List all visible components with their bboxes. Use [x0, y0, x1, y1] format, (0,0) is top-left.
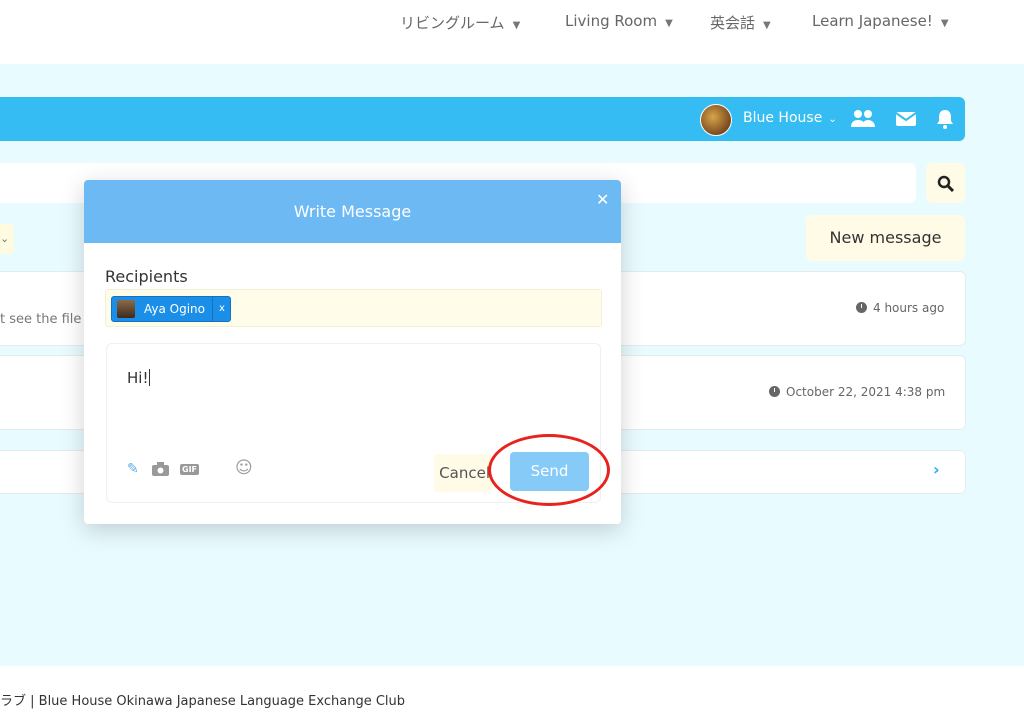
nav-item-living-room-jp[interactable]: リビングルーム ▼	[400, 12, 520, 33]
text-cursor	[149, 369, 151, 386]
gif-icon[interactable]: GIF	[180, 464, 200, 475]
user-menu[interactable]: Blue House ⌄	[743, 110, 837, 126]
close-icon[interactable]: ✕	[596, 190, 609, 209]
emoji-icon[interactable]: ☺	[235, 458, 253, 478]
remove-recipient-button[interactable]: x	[212, 297, 231, 321]
chevron-down-icon: ▼	[512, 20, 521, 31]
message-time-text: October 22, 2021 4:38 pm	[786, 385, 946, 399]
friends-icon[interactable]	[850, 108, 876, 134]
message-snippet: t see the file	[0, 312, 82, 327]
mail-icon[interactable]	[895, 108, 917, 134]
nav-item-label: Learn Japanese!	[812, 12, 933, 30]
message-time: October 22, 2021 4:38 pm	[769, 385, 945, 399]
bell-icon[interactable]	[935, 108, 955, 134]
username: Blue House	[743, 110, 823, 126]
chevron-down-icon: ▼	[940, 18, 949, 29]
recipient-avatar	[117, 300, 135, 318]
message-body[interactable]: Hi!	[127, 369, 151, 387]
avatar[interactable]	[700, 104, 732, 136]
nav-item-label: 英会話	[710, 14, 756, 32]
recipients-label: Recipients	[105, 267, 188, 286]
filter-dropdown[interactable]: ⌄	[0, 224, 14, 254]
chevron-down-icon: ⌄	[0, 232, 10, 245]
pencil-icon[interactable]: ✎	[127, 461, 139, 477]
highlight-ring	[488, 434, 610, 506]
chevron-down-icon: ▼	[665, 18, 673, 29]
message-time: 4 hours ago	[856, 301, 944, 315]
clock-icon	[769, 386, 780, 397]
recipient-chip[interactable]: Aya Ogino x	[111, 296, 231, 322]
nav-item-english[interactable]: 英会話 ▼	[710, 12, 771, 33]
chevron-down-icon: ▼	[763, 20, 771, 31]
chevron-right-icon[interactable]: ›	[933, 460, 940, 479]
nav-item-learn-japanese[interactable]: Learn Japanese! ▼	[812, 12, 949, 30]
modal-title: Write Message	[293, 202, 412, 221]
message-time-text: 4 hours ago	[873, 301, 945, 315]
cancel-button[interactable]: Cancel	[434, 454, 492, 492]
nav-item-living-room[interactable]: Living Room ▼	[565, 12, 673, 30]
camera-icon[interactable]	[152, 462, 169, 480]
chevron-down-icon: ⌄	[828, 114, 837, 125]
message-body-text: Hi!	[127, 369, 149, 387]
clock-icon	[856, 302, 867, 313]
search-button[interactable]	[926, 163, 965, 203]
search-icon	[937, 175, 954, 192]
recipient-name: Aya Ogino	[144, 302, 206, 316]
nav-item-label: Living Room	[565, 12, 658, 30]
footer-text: ラブ | Blue House Okinawa Japanese Languag…	[0, 694, 406, 709]
new-message-button[interactable]: New message	[806, 215, 965, 261]
nav-item-label: リビングルーム	[400, 14, 505, 32]
